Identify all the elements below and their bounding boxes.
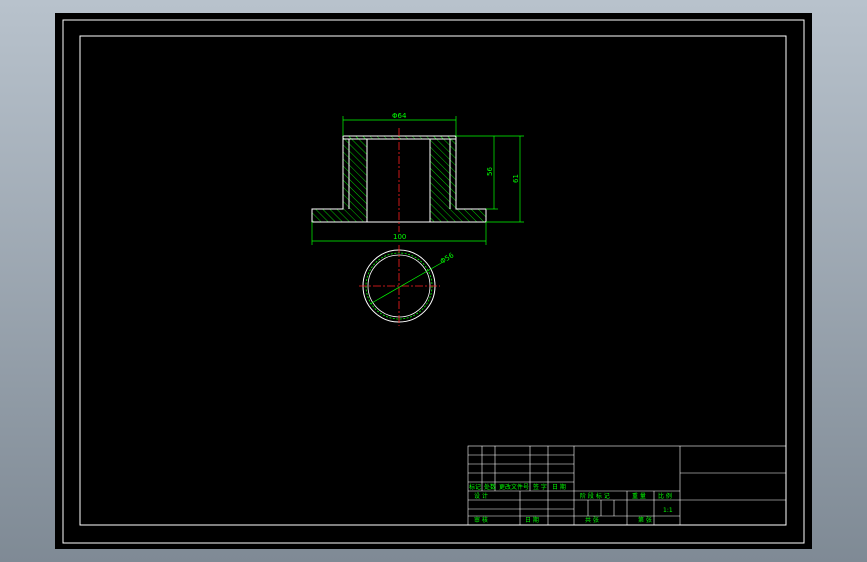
tb-label-mark: 标记 xyxy=(469,483,481,491)
dim-inner-height-label: 56 xyxy=(486,167,494,176)
dim-top-label: Φ64 xyxy=(392,112,407,120)
tb-label-sheet-total: 共 张 xyxy=(585,516,599,524)
tb-label-sign: 签 字 xyxy=(533,483,547,491)
drawing-canvas[interactable]: Φ64 100 56 61 Φ56 标记 处数 更改文件号 签 字 日 期 设 … xyxy=(0,0,867,562)
tb-label-weight: 重 量 xyxy=(632,492,646,500)
tb-label-stage: 阶 段 标 记 xyxy=(580,492,610,500)
tb-label-scale: 比 例 xyxy=(658,492,672,500)
cad-viewport[interactable]: Φ64 100 56 61 Φ56 标记 处数 更改文件号 签 字 日 期 设 … xyxy=(0,0,867,562)
tb-label-date: 日 期 xyxy=(552,483,566,491)
tb-scale-value: 1:1 xyxy=(663,507,673,514)
dim-overall-height-label: 61 xyxy=(512,174,520,183)
tb-label-tb-date: 日 期 xyxy=(525,516,539,524)
drawing-sheet xyxy=(55,13,812,549)
tb-label-review: 审 核 xyxy=(474,516,488,524)
tb-label-designer: 设 计 xyxy=(474,492,488,500)
dim-base-label: 100 xyxy=(393,233,406,241)
tb-label-doc: 更改文件号 xyxy=(499,483,529,491)
tb-label-count: 处数 xyxy=(484,483,496,491)
tb-label-sheet: 第 张 xyxy=(638,516,652,524)
